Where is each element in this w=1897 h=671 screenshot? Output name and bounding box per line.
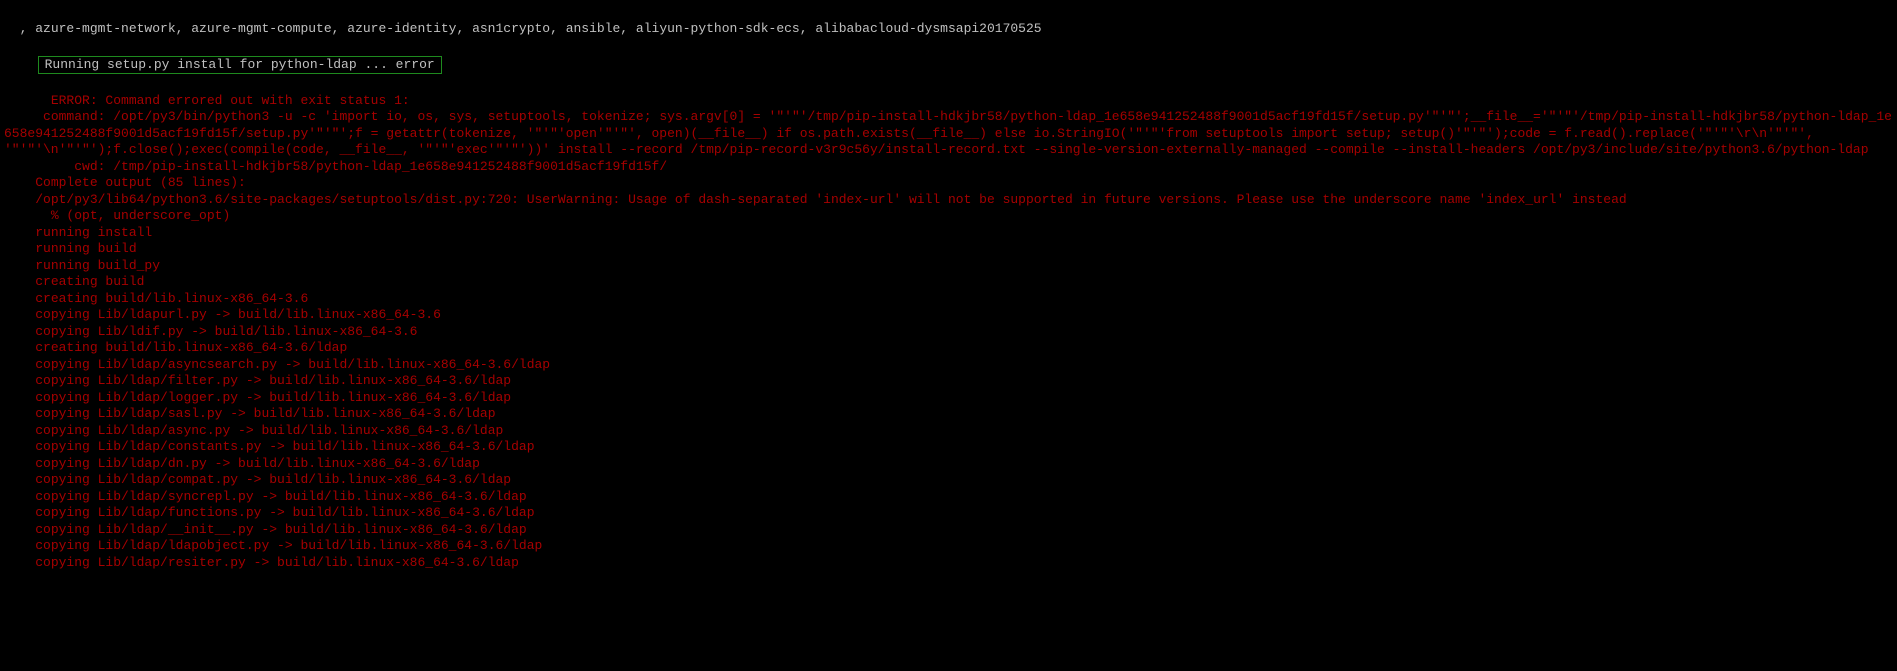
terminal-line: copying Lib/ldap/filter.py -> build/lib.… (4, 373, 511, 388)
terminal-line: creating build/lib.linux-x86_64-3.6/ldap (4, 340, 347, 355)
terminal-line: copying Lib/ldap/sasl.py -> build/lib.li… (4, 406, 496, 421)
terminal-line: cwd: /tmp/pip-install-hdkjbr58/python-ld… (4, 159, 667, 174)
terminal-line: copying Lib/ldap/syncrepl.py -> build/li… (4, 489, 527, 504)
terminal-line: Complete output (85 lines): (4, 175, 246, 190)
error-output-block: ERROR: Command errored out with exit sta… (4, 93, 1892, 570)
terminal-line: ERROR: Command errored out with exit sta… (20, 93, 410, 108)
terminal-output[interactable]: , azure-mgmt-network, azure-mgmt-compute… (0, 0, 1897, 575)
terminal-line: % (opt, underscore_opt) (4, 208, 230, 223)
terminal-line: copying Lib/ldap/dn.py -> build/lib.linu… (4, 456, 480, 471)
terminal-line: /opt/py3/lib64/python3.6/site-packages/s… (4, 192, 1627, 207)
terminal-line: copying Lib/ldap/__init__.py -> build/li… (4, 522, 527, 537)
terminal-line: running install (4, 225, 152, 240)
terminal-line: creating build/lib.linux-x86_64-3.6 (4, 291, 308, 306)
terminal-line: copying Lib/ldap/constants.py -> build/l… (4, 439, 535, 454)
terminal-line: copying Lib/ldap/asyncsearch.py -> build… (4, 357, 550, 372)
terminal-line: copying Lib/ldap/compat.py -> build/lib.… (4, 472, 511, 487)
terminal-line: copying Lib/ldif.py -> build/lib.linux-x… (4, 324, 417, 339)
highlighted-status-box: Running setup.py install for python-ldap… (38, 56, 442, 75)
terminal-line: creating build (4, 274, 144, 289)
terminal-line: copying Lib/ldap/async.py -> build/lib.l… (4, 423, 503, 438)
package-list-line: , azure-mgmt-network, azure-mgmt-compute… (20, 21, 1042, 36)
highlighted-status-text: Running setup.py install for python-ldap… (45, 57, 435, 72)
terminal-line: copying Lib/ldap/functions.py -> build/l… (4, 505, 535, 520)
terminal-line: running build (4, 241, 137, 256)
terminal-line: copying Lib/ldapurl.py -> build/lib.linu… (4, 307, 441, 322)
terminal-line: copying Lib/ldap/ldapobject.py -> build/… (4, 538, 542, 553)
terminal-line: copying Lib/ldap/logger.py -> build/lib.… (4, 390, 511, 405)
terminal-line: command: /opt/py3/bin/python3 -u -c 'imp… (4, 109, 1892, 157)
terminal-line: copying Lib/ldap/resiter.py -> build/lib… (4, 555, 519, 570)
terminal-line: running build_py (4, 258, 160, 273)
